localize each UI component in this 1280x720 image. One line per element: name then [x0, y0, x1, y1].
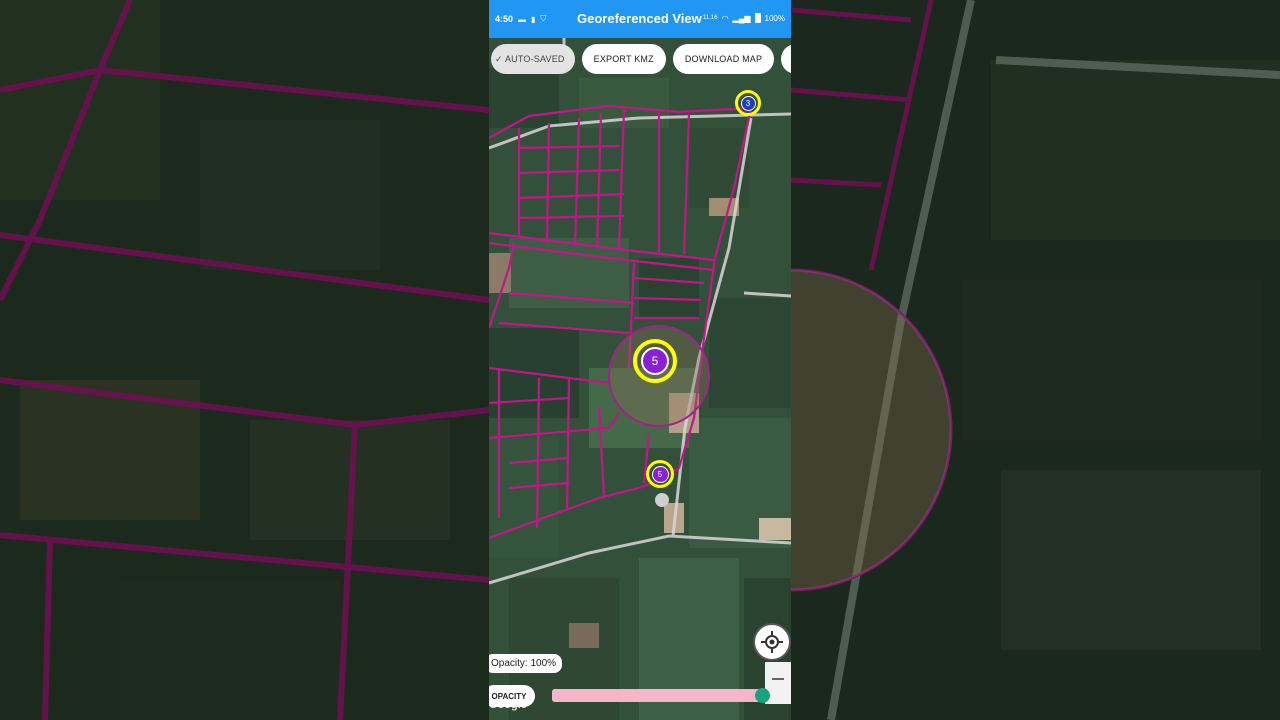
- phone-screen: 3 5 5 4:50 ▬ ▮ ⛉ Georeferenced View 11.1…: [489, 0, 791, 720]
- marker-3-label: 3: [740, 95, 756, 111]
- marker-5-large[interactable]: 5: [633, 339, 677, 383]
- marker-5-large-label: 5: [641, 347, 669, 375]
- download-map-button[interactable]: DOWNLOAD MAP: [672, 44, 775, 74]
- page-title: Georeferenced View: [577, 11, 702, 26]
- opacity-label: Opacity: 100%: [489, 654, 563, 673]
- action-toolbar: ✓ AUTO-SAVED EXPORT KMZ DOWNLOAD MAP AD: [489, 44, 791, 74]
- marker-5-small[interactable]: 5: [646, 460, 674, 488]
- map-canvas[interactable]: [489, 38, 791, 720]
- auto-saved-chip[interactable]: ✓ AUTO-SAVED: [491, 44, 575, 74]
- marker-3[interactable]: 3: [735, 90, 761, 116]
- export-kmz-button[interactable]: EXPORT KMZ: [581, 44, 666, 74]
- blurred-map-right: [791, 0, 1280, 720]
- opacity-slider[interactable]: [552, 688, 770, 703]
- status-right-icons: 11.16 ◠ ▂▄▆ 100%: [703, 13, 785, 23]
- my-location-button[interactable]: [753, 623, 791, 661]
- opacity-slider-fill: [552, 689, 762, 702]
- left-blurred-background: [0, 0, 489, 720]
- battery-icon: [754, 13, 761, 23]
- opacity-slider-thumb[interactable]: [755, 688, 770, 703]
- status-time: 4:50: [495, 14, 514, 24]
- battery-percent: 100%: [764, 13, 785, 23]
- blurred-map-left: [0, 0, 489, 720]
- location-dot: [655, 493, 669, 507]
- right-blurred-background: [791, 0, 1280, 720]
- add-button[interactable]: AD: [781, 44, 791, 74]
- signal-icon: ▂▄▆: [732, 13, 751, 23]
- satellite-map[interactable]: [489, 38, 791, 720]
- crosshair-icon: [761, 631, 783, 653]
- google-watermark: Google: [489, 699, 527, 711]
- wifi-icon: ◠: [721, 13, 729, 23]
- marker-5-small-label: 5: [651, 465, 669, 483]
- battery-saver-icon: ▮: [531, 14, 536, 24]
- app-bar: 4:50 ▬ ▮ ⛉ Georeferenced View 11.16 ◠ ▂▄…: [489, 0, 791, 38]
- network-speed: 11.16: [702, 15, 718, 21]
- notification-icon: ▬: [518, 14, 527, 24]
- minus-icon: [772, 678, 784, 680]
- shield-icon: ⛉: [540, 14, 547, 23]
